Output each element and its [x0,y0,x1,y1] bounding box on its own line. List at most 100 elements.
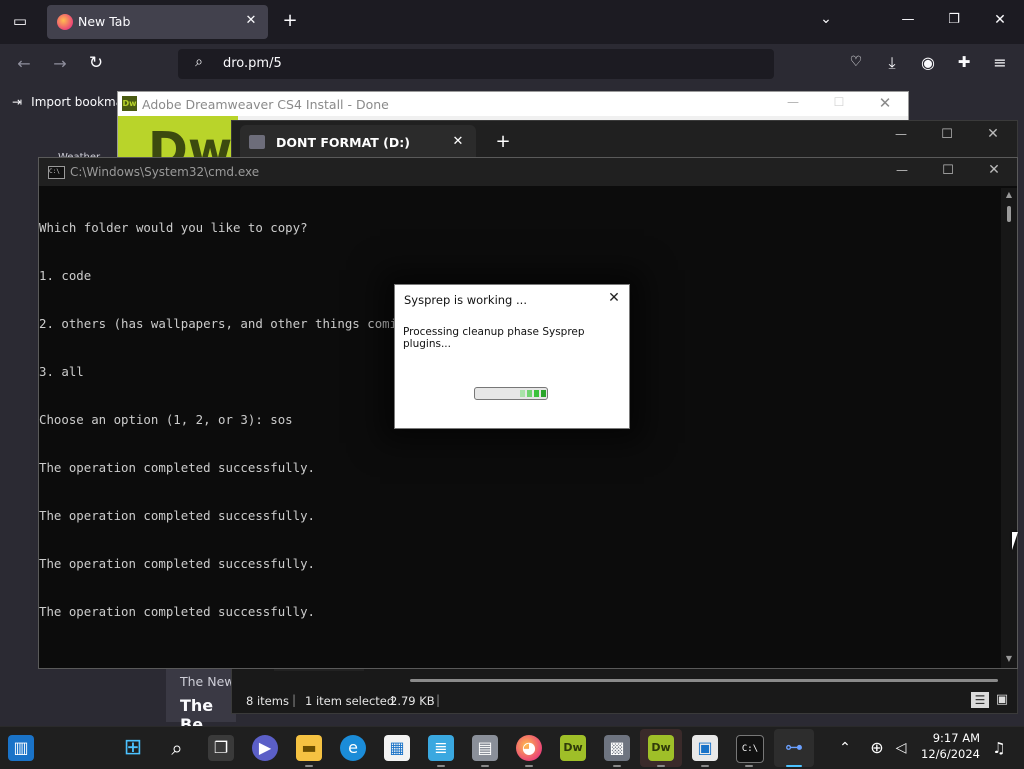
dw-minimize-icon[interactable]: — [784,95,802,113]
tab-list-icon[interactable]: ▭ [10,12,30,32]
firefox-tab-icon [57,14,73,30]
explorer-close-icon[interactable]: ✕ [984,126,1002,144]
pocket-icon[interactable]: ♡ [846,54,866,74]
search-taskbar-icon[interactable]: ⌕ [164,735,190,761]
progress-marquee-3 [534,390,539,397]
cmd-taskbar-icon[interactable]: C:\ [736,735,764,763]
status-divider-2: | [436,693,441,707]
notification-bell-icon[interactable]: ♫ [986,735,1012,761]
cmd-app-icon: C:\ [48,166,65,179]
cmd-minimize-icon[interactable]: — [893,163,911,181]
network-connections-icon[interactable]: ⊶ [781,735,807,761]
browser-tab-bar: ▭ New Tab ✕ + ⌄ — ❐ ✕ [0,0,1024,44]
file-explorer-running-indicator [305,765,313,767]
mouse-cursor-icon [1012,532,1024,550]
forward-arrow-icon[interactable]: → [50,54,70,74]
cmd-line: The operation completed successfully. [39,508,316,523]
dreamweaver-app-icon: Dw [122,96,137,111]
scroll-up-arrow-icon[interactable]: ▲ [1004,190,1014,200]
extensions-icon[interactable]: ✚ [954,53,974,73]
status-size: 2.79 KB [390,694,435,708]
notepad-icon[interactable]: ≣ [428,735,454,761]
dreamweaver-install-taskbar-icon[interactable]: Dw [648,735,674,761]
minimize-icon[interactable]: — [898,12,918,32]
menu-icon[interactable]: ≡ [990,53,1010,73]
list-all-tabs-icon[interactable]: ⌄ [816,11,836,31]
sysprep-message: Processing cleanup phase Sysprep plugins… [403,326,585,350]
dw-close-icon[interactable]: ✕ [876,94,894,112]
explorer-horizontal-scrollbar[interactable] [410,679,998,682]
network-globe-icon[interactable]: ⊕ [864,735,890,761]
volume-muted-icon[interactable]: ◁ [888,735,914,761]
clock[interactable]: 9:17 AM 12/6/2024 [916,730,980,766]
status-divider: | [292,693,297,707]
new-tab-icon[interactable]: + [280,11,300,31]
dw-maximize-icon[interactable]: ☐ [830,95,848,113]
close-window-icon[interactable]: ✕ [990,12,1010,32]
sysprep-progress-bar [474,387,548,400]
widgets-icon[interactable]: ▥ [8,735,34,761]
taskbar: ▥ ⊞ ⌕ ❐ ▶ ▬ e ▦ ≣ ▤ ◕ Dw ▩ Dw ▣ C:\ ⊶ ⌃ … [0,726,1024,769]
start-icon[interactable]: ⊞ [120,735,146,761]
import-bookmarks-item[interactable]: ⇥ Import bookma [12,91,123,109]
explorer-tab[interactable]: DONT FORMAT (D:) ✕ [240,125,476,159]
cmd-line: The operation completed successfully. [39,556,316,571]
close-tab-icon[interactable]: ✕ [243,13,259,29]
scroll-thumb[interactable] [1007,206,1011,222]
restore-icon[interactable]: ❐ [944,12,964,32]
account-icon[interactable]: ◉ [918,53,938,73]
teams-chat-icon[interactable]: ▶ [252,735,278,761]
search-icon: ⌕ [195,54,203,70]
status-selected: 1 item selected [305,694,395,708]
setup-tool-running-indicator [613,765,621,767]
cmd-title-bar: C:\ C:\Windows\System32\cmd.exe — ☐ ✕ [39,158,1017,186]
explorer-status-bar: 8 items | 1 item selected 2.79 KB | ☰ ▣ [232,689,1017,713]
url-bar[interactable]: ⌕ dro.pm/5 [178,49,774,79]
cmd-close-icon[interactable]: ✕ [985,162,1003,180]
details-view-icon[interactable]: ☰ [971,692,989,708]
explorer-tab-title: DONT FORMAT (D:) [276,135,410,150]
microsoft-store-icon[interactable]: ▦ [384,735,410,761]
show-hidden-icons-chevron-icon[interactable]: ⌃ [832,735,858,761]
cmd-maximize-icon[interactable]: ☐ [939,163,957,181]
url-text: dro.pm/5 [223,56,282,71]
clock-time: 9:17 AM [932,731,980,745]
dreamweaver-install-running-indicator [657,765,665,767]
firefox-icon[interactable]: ◕ [516,735,542,761]
import-bookmarks-label: Import bookma [31,95,124,109]
dreamweaver-window-title: Adobe Dreamweaver CS4 Install - Done [142,97,389,112]
edge-icon[interactable]: e [340,735,366,761]
import-icon: ⇥ [12,95,23,109]
installer-running-indicator [481,765,489,767]
explorer-close-tab-icon[interactable]: ✕ [450,134,466,150]
window-app-icon[interactable]: ▣ [692,735,718,761]
explorer-maximize-icon[interactable]: ☐ [938,127,956,145]
downloads-icon[interactable]: ⤓ [882,53,902,73]
installer-icon[interactable]: ▤ [472,735,498,761]
back-arrow-icon[interactable]: ← [14,54,34,74]
tiles-view-icon[interactable]: ▣ [993,692,1011,708]
progress-marquee-2 [527,390,532,397]
cmd-line: The operation completed successfully. [39,604,316,619]
clock-date: 12/6/2024 [921,747,980,761]
setup-tool-icon[interactable]: ▩ [604,735,630,761]
explorer-new-tab-icon[interactable]: + [494,133,512,151]
reload-icon[interactable]: ↻ [86,53,106,73]
explorer-minimize-icon[interactable]: — [892,127,910,145]
browser-tab-new-tab[interactable]: New Tab ✕ [47,5,268,39]
file-explorer-icon[interactable]: ▬ [296,735,322,761]
cmd-vertical-scrollbar[interactable]: ▲ ▼ [1001,188,1017,668]
sysprep-title: Sysprep is working ... [404,293,527,307]
scroll-down-arrow-icon[interactable]: ▼ [1004,654,1014,664]
task-view-icon[interactable]: ❐ [208,735,234,761]
window-app-running-indicator [701,765,709,767]
page-news-card[interactable]: The New The Be [166,666,236,734]
cmd-line: Which folder would you like to copy? [39,220,308,235]
cmd-window-title: C:\Windows\System32\cmd.exe [70,165,260,179]
dreamweaver-taskbar-icon[interactable]: Dw [560,735,586,761]
status-item-count: 8 items [246,694,289,708]
dreamweaver-title-bar: Dw Adobe Dreamweaver CS4 Install - Done … [118,92,908,116]
explorer-tab-bar: DONT FORMAT (D:) ✕ + — ☐ ✕ [232,121,1017,159]
drive-icon [249,135,265,149]
sysprep-close-icon[interactable]: ✕ [605,290,623,308]
